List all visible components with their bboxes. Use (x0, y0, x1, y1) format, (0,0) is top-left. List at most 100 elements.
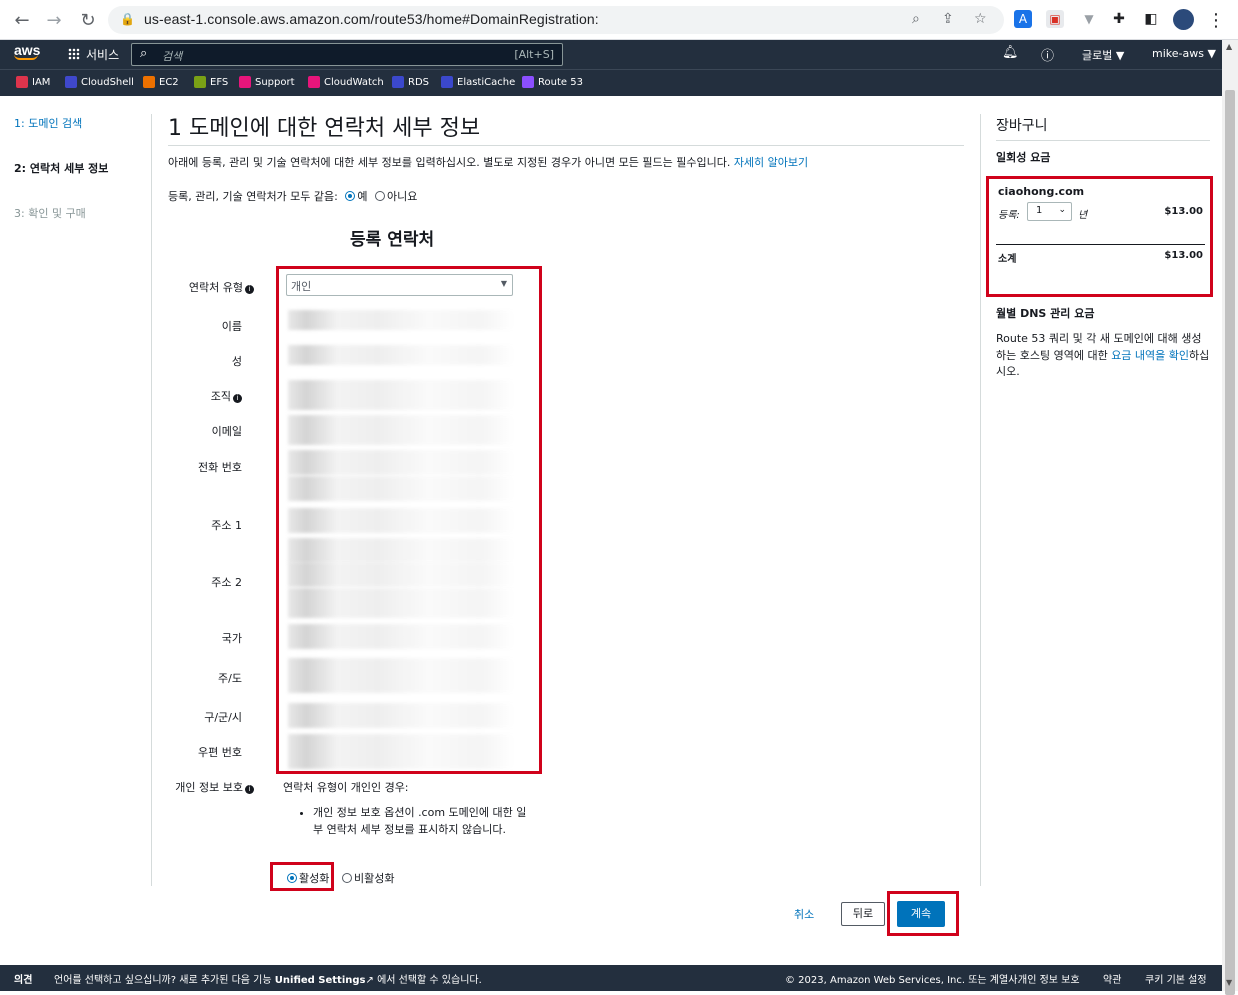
highlight-box-contact (276, 266, 542, 774)
step-3-disabled: 3: 확인 및 구매 (14, 207, 86, 220)
page-description: 아래에 등록, 관리 및 기술 연락처에 대한 세부 정보를 입력하십시오. 별… (168, 156, 809, 169)
zoom-icon[interactable]: ⌕ (912, 11, 920, 27)
search-shortcut: [Alt+S] (514, 48, 554, 61)
search-input[interactable]: ⌕ 검색 [Alt+S] (131, 43, 563, 66)
privacy-link[interactable]: 개인 정보 보호 (1018, 971, 1080, 986)
service-icon (239, 76, 251, 88)
grid-icon (68, 48, 80, 60)
field-label: 이메일 (211, 425, 242, 438)
back-button[interactable]: 뒤로 (841, 902, 885, 926)
field-label: 이름 (221, 320, 242, 333)
feedback-link[interactable]: 의견 (14, 971, 32, 986)
privacy-disable-radio[interactable] (342, 873, 352, 883)
region-selector[interactable]: 글로벌 ▼ (1082, 47, 1124, 63)
url-text[interactable]: us-east-1.console.aws.amazon.com/route53… (144, 11, 599, 27)
learn-more-link[interactable]: 자세히 알아보기 (734, 156, 808, 169)
star-icon[interactable]: ☆ (974, 11, 987, 27)
highlight-box-continue (887, 891, 959, 936)
section-title: 등록 연락처 (350, 230, 435, 250)
terms-link[interactable]: 약관 (1103, 971, 1121, 986)
field-label: 전화 번호 (198, 461, 242, 474)
favorite-route-53[interactable]: Route 53 (522, 76, 583, 88)
favorite-ec2[interactable]: EC2 (143, 76, 179, 88)
cookie-prefs-link[interactable]: 쿠키 기본 설정 (1145, 971, 1207, 986)
service-icon (65, 76, 77, 88)
external-link-icon: ↗ (365, 975, 374, 986)
cart-title-divider (996, 140, 1210, 141)
language-notice: 언어를 선택하고 싶으십니까? 새로 추가된 다음 기능 Unified Set… (54, 975, 482, 986)
sidepanel-icon[interactable]: ◧ (1142, 10, 1160, 28)
service-icon (308, 76, 320, 88)
cart-title: 장바구니 (996, 118, 1048, 134)
info-icon[interactable]: i (245, 785, 254, 794)
scroll-thumb[interactable] (1225, 90, 1235, 995)
service-icon (392, 76, 404, 88)
profile-avatar[interactable] (1173, 9, 1194, 30)
menu-kebab-icon[interactable]: ⋮ (1204, 8, 1228, 32)
cast-extension-icon[interactable]: ▣ (1046, 10, 1064, 28)
browser-toolbar: ← → ↻ 🔒 us-east-1.console.aws.amazon.com… (0, 0, 1238, 40)
address-bar[interactable]: 🔒 us-east-1.console.aws.amazon.com/route… (108, 6, 1004, 34)
nav-divider (151, 114, 152, 886)
help-icon[interactable]: ⓘ (1041, 45, 1054, 64)
same-yes-label: 예 (357, 190, 368, 203)
vue-extension-icon[interactable]: ▼ (1080, 10, 1098, 28)
privacy-disable-option[interactable]: 비활성화 (338, 870, 394, 886)
highlight-box-cart (986, 176, 1213, 297)
one-time-fee-label: 일회성 요금 (996, 151, 1051, 164)
aws-logo[interactable]: aws (14, 43, 40, 60)
title-divider (168, 145, 964, 146)
info-icon[interactable]: i (233, 394, 242, 403)
back-arrow-icon[interactable]: ← (10, 8, 34, 32)
privacy-description: 연락처 유형이 개인인 경우: 개인 정보 보호 옵션이 .com 도메인에 대… (283, 779, 528, 838)
favorite-support[interactable]: Support (239, 76, 295, 88)
favorite-iam[interactable]: IAM (16, 76, 50, 88)
field-label: 주소 2 (211, 576, 242, 589)
cancel-button[interactable]: 취소 (794, 906, 814, 922)
field-label: 조직 i (162, 388, 242, 404)
search-placeholder: 검색 (162, 50, 183, 63)
info-icon[interactable]: i (245, 285, 254, 294)
services-menu[interactable]: 서비스 (68, 46, 119, 63)
dns-fee-title: 월별 DNS 관리 요금 (996, 307, 1095, 320)
copyright: © 2023, Amazon Web Services, Inc. 또는 계열사… (785, 975, 1021, 986)
reload-icon[interactable]: ↻ (76, 8, 100, 32)
favorite-rds[interactable]: RDS (392, 76, 429, 88)
field-label: 국가 (221, 632, 242, 645)
cart-divider (980, 114, 981, 886)
favorite-cloudshell[interactable]: CloudShell (65, 76, 134, 88)
highlight-box-privacy (270, 862, 334, 891)
favorite-efs[interactable]: EFS (194, 76, 228, 88)
field-label: 우편 번호 (198, 746, 242, 759)
same-yes-radio[interactable] (345, 191, 356, 201)
scrollbar[interactable]: ▲ ▼ (1222, 40, 1238, 995)
privacy-desc-text: 연락처 유형이 개인인 경우: (283, 781, 409, 794)
scroll-up-arrow-icon[interactable]: ▲ (1226, 42, 1232, 51)
forward-arrow-icon[interactable]: → (42, 8, 66, 32)
privacy-label: 개인 정보 보호 i (174, 779, 254, 795)
unified-settings-link[interactable]: Unified Settings (275, 975, 366, 986)
favorite-cloudwatch[interactable]: CloudWatch (308, 76, 384, 88)
service-icon (16, 76, 28, 88)
same-no-radio[interactable] (375, 191, 385, 201)
privacy-bullet: 개인 정보 보호 옵션이 .com 도메인에 대한 일부 연락처 세부 정보를 … (313, 804, 528, 838)
pricing-link[interactable]: 요금 내역을 확인 (1111, 349, 1189, 362)
extensions-puzzle-icon[interactable]: ✚ (1110, 10, 1128, 28)
step-1-link[interactable]: 1: 도메인 검색 (14, 115, 82, 131)
lock-icon: 🔒 (120, 12, 135, 26)
service-icon (522, 76, 534, 88)
account-menu[interactable]: mike-aws ▼ (1152, 47, 1216, 60)
step-2-current: 2: 연락처 세부 정보 (14, 162, 109, 175)
field-label: 성 (231, 355, 242, 368)
service-icon (441, 76, 453, 88)
same-no-label: 아니요 (387, 190, 418, 203)
scroll-down-arrow-icon[interactable]: ▼ (1226, 978, 1232, 987)
favorite-elasticache[interactable]: ElastiCache (441, 76, 515, 88)
search-icon: ⌕ (140, 46, 148, 61)
translate-extension-icon[interactable]: A (1014, 10, 1032, 28)
share-icon[interactable]: ⇪ (942, 11, 954, 27)
favorites-bar: IAM CloudShell EC2 EFS Support CloudWatch RDS E… (0, 69, 1222, 96)
service-icon (194, 76, 206, 88)
bell-icon[interactable]: 🔔︎ (1002, 45, 1019, 60)
same-contact-question: 등록, 관리, 기술 연락처가 모두 같음: 예 아니요 (168, 188, 417, 204)
